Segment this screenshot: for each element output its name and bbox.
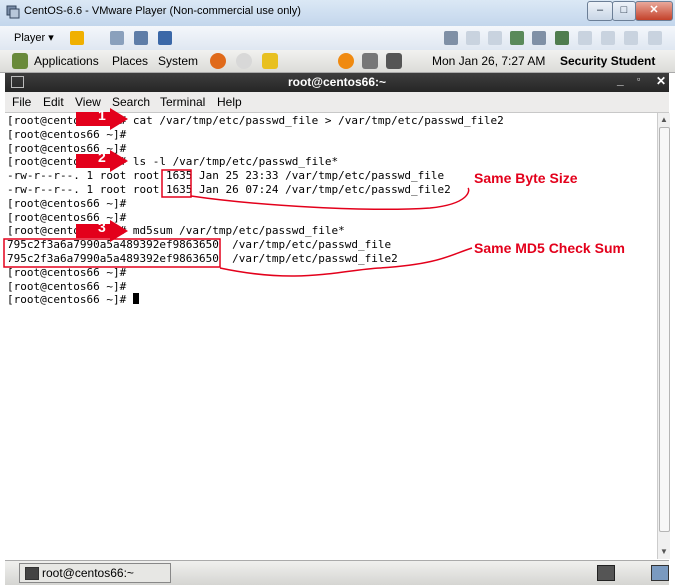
step-2-number: 2: [98, 149, 106, 165]
annotation-overlay: [3, 169, 473, 277]
md5-box: [3, 238, 221, 268]
md5-pointer: [219, 247, 473, 277]
step-3-number: 3: [98, 219, 106, 235]
terminal-task-icon: [25, 567, 39, 580]
byte-size-pointer: [190, 187, 470, 210]
trash-icon[interactable]: [651, 565, 669, 581]
workspace-switcher-icon[interactable]: [597, 565, 615, 581]
byte-size-box: [161, 169, 192, 198]
same-md5-label: Same MD5 Check Sum: [474, 240, 625, 256]
taskbar-terminal-label: root@centos66:~: [42, 566, 134, 580]
step-1-number: 1: [98, 107, 106, 123]
same-byte-size-label: Same Byte Size: [474, 170, 578, 186]
taskbar-terminal-button[interactable]: root@centos66:~: [19, 563, 171, 583]
taskbar: root@centos66:~: [5, 560, 669, 585]
